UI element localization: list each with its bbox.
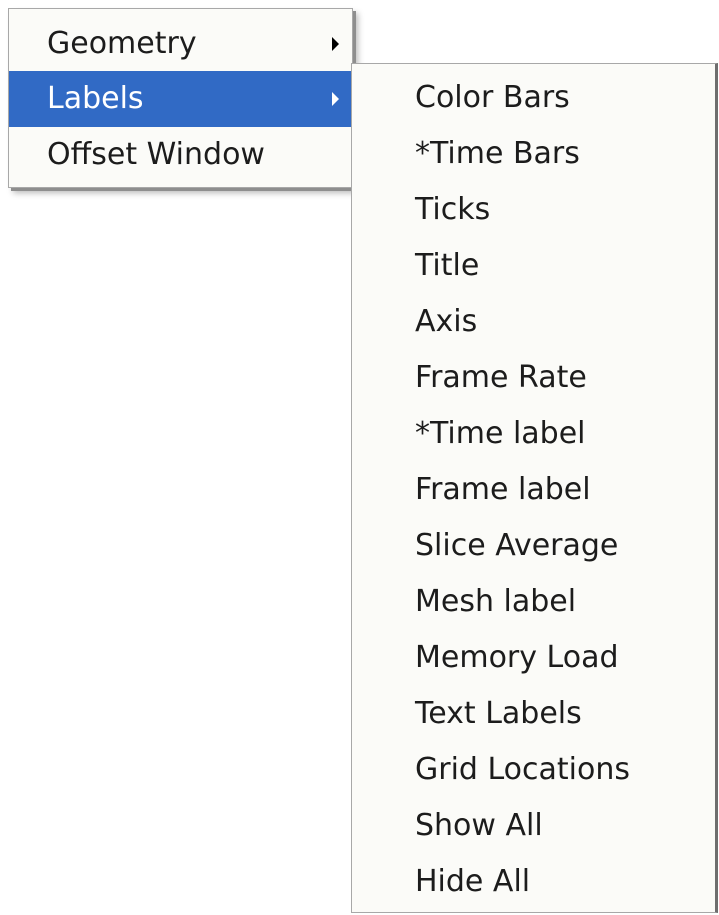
submenu-item-slice-average[interactable]: Slice Average xyxy=(352,518,716,574)
context-menu: Geometry Labels Offset Window xyxy=(8,8,353,188)
submenu-item-label: *Time label xyxy=(415,416,586,451)
submenu-item-axis[interactable]: Axis xyxy=(352,294,716,350)
submenu-item-frame-label[interactable]: Frame label xyxy=(352,462,716,518)
submenu-item-label: Grid Locations xyxy=(415,752,631,787)
submenu-item-label: Frame label xyxy=(415,472,591,507)
submenu-item-label: *Time Bars xyxy=(415,136,580,171)
submenu-item-label: Slice Average xyxy=(415,528,619,563)
submenu-item-grid-locations[interactable]: Grid Locations xyxy=(352,742,716,798)
menu-item-label: Offset Window xyxy=(47,137,265,172)
submenu-item-label: Frame Rate xyxy=(415,360,587,395)
submenu-item-title[interactable]: Title xyxy=(352,238,716,294)
submenu-item-label: Text Labels xyxy=(415,696,582,731)
submenu-item-time-label[interactable]: *Time label xyxy=(352,406,716,462)
menu-item-labels[interactable]: Labels xyxy=(9,71,352,127)
submenu-arrow-icon xyxy=(332,92,339,106)
submenu-item-hide-all[interactable]: Hide All xyxy=(352,854,716,910)
submenu-item-label: Show All xyxy=(415,808,543,843)
submenu-item-show-all[interactable]: Show All xyxy=(352,798,716,854)
submenu-item-label: Title xyxy=(415,248,480,283)
submenu-item-label: Axis xyxy=(415,304,478,339)
submenu-item-mesh-label[interactable]: Mesh label xyxy=(352,574,716,630)
menu-item-offset-window[interactable]: Offset Window xyxy=(9,127,352,183)
submenu-item-memory-load[interactable]: Memory Load xyxy=(352,630,716,686)
menu-item-label: Labels xyxy=(47,81,144,116)
labels-submenu: Color Bars *Time Bars Ticks Title Axis F… xyxy=(351,63,718,913)
submenu-item-label: Mesh label xyxy=(415,584,577,619)
submenu-item-time-bars[interactable]: *Time Bars xyxy=(352,126,716,182)
submenu-item-label: Ticks xyxy=(415,192,491,227)
submenu-item-frame-rate[interactable]: Frame Rate xyxy=(352,350,716,406)
submenu-item-label: Memory Load xyxy=(415,640,619,675)
submenu-item-label: Hide All xyxy=(415,864,531,899)
submenu-item-label: Color Bars xyxy=(415,80,570,115)
submenu-item-text-labels[interactable]: Text Labels xyxy=(352,686,716,742)
submenu-item-ticks[interactable]: Ticks xyxy=(352,182,716,238)
menu-item-geometry[interactable]: Geometry xyxy=(9,16,352,72)
submenu-item-color-bars[interactable]: Color Bars xyxy=(352,70,716,126)
menu-item-label: Geometry xyxy=(47,26,197,61)
submenu-arrow-icon xyxy=(332,37,339,51)
